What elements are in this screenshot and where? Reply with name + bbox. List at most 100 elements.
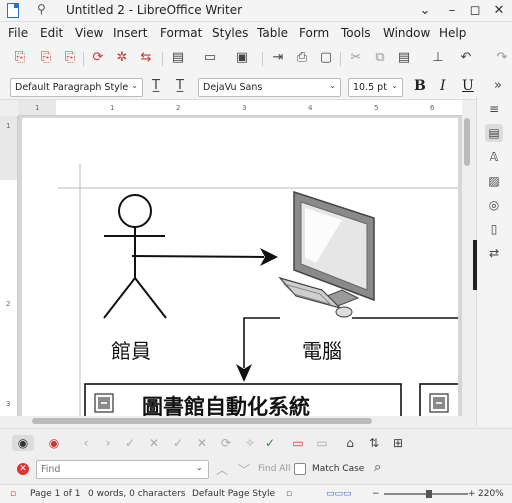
styles-icon[interactable]: 𝔸 xyxy=(485,148,503,166)
word-count[interactable]: 0 words, 0 characters xyxy=(88,489,186,499)
italic-button[interactable]: I xyxy=(440,78,446,94)
manage-changes-icon[interactable]: ⇄ xyxy=(485,244,503,262)
vertical-ruler[interactable]: 1 2 3 xyxy=(0,116,18,416)
close-button[interactable]: ✕ xyxy=(490,2,508,20)
paragraph-style-select[interactable]: Default Paragraph Style ⌄ xyxy=(10,78,143,97)
previous-change-icon[interactable]: ‹ xyxy=(78,435,94,451)
zoom-slider-thumb[interactable] xyxy=(426,490,432,498)
menu-form[interactable]: Form xyxy=(299,26,329,40)
accept-change-icon[interactable]: ✓ xyxy=(122,435,138,451)
more-options-icon[interactable]: » xyxy=(490,78,506,94)
compare-document-icon[interactable]: ⇅ xyxy=(366,435,382,451)
compare-icon[interactable]: ✧ xyxy=(242,435,258,451)
system-box-title[interactable]: 圖書館自動化系統 xyxy=(142,395,310,416)
menu-file[interactable]: File xyxy=(8,26,28,40)
zoom-out-icon[interactable]: − xyxy=(372,489,380,499)
menu-window[interactable]: Window xyxy=(383,26,430,40)
pin-icon[interactable]: ⚲ xyxy=(37,2,46,16)
gallery-icon[interactable]: ▨ xyxy=(485,172,503,190)
record-changes-icon[interactable]: ◉ xyxy=(46,435,62,451)
menu-view[interactable]: View xyxy=(75,26,103,40)
next-change-icon[interactable]: › xyxy=(100,435,116,451)
export-icon[interactable]: ⇥ xyxy=(270,50,286,66)
reject-change-icon[interactable]: ✕ xyxy=(146,435,162,451)
view-layout-icon[interactable]: ▭▭▭ xyxy=(326,489,352,499)
menu-styles[interactable]: Styles xyxy=(212,26,248,40)
copy-icon[interactable]: ⧉ xyxy=(372,50,388,66)
system-box[interactable]: 圖書館自動化系統 xyxy=(84,383,402,416)
menu-help[interactable]: Help xyxy=(439,26,466,40)
navigator-icon[interactable]: ◎ xyxy=(485,196,503,214)
page-style[interactable]: Default Page Style xyxy=(192,489,275,499)
zoom-level[interactable]: 220% xyxy=(478,489,504,499)
eye-icon[interactable]: ◉ xyxy=(12,435,34,451)
manage-icon[interactable]: ▭ xyxy=(314,435,330,451)
replace-icon[interactable]: ⇆ xyxy=(138,50,154,66)
lock-icon[interactable]: ⌂ xyxy=(342,435,358,451)
merge-icon[interactable]: ⊞ xyxy=(390,435,406,451)
find-next-icon[interactable]: ﹀ xyxy=(238,461,250,478)
reject-all-icon[interactable]: ✕ xyxy=(194,435,210,451)
autocorrect-icon[interactable]: ✲ xyxy=(114,50,130,66)
autospellcheck-icon[interactable]: ⟳ xyxy=(90,50,106,66)
print-icon[interactable]: ⎙ xyxy=(294,50,310,66)
print-pdf-icon[interactable]: ⎘ xyxy=(62,50,78,66)
flowchart-drawing[interactable]: 館員 電腦 圖書館自動化系統 xyxy=(22,118,458,416)
menu-tools[interactable]: Tools xyxy=(341,26,371,40)
chevron-down-icon[interactable]: ⌄ xyxy=(416,2,434,20)
sidebar-collapse-handle[interactable] xyxy=(473,240,477,290)
page-icon[interactable]: ▯ xyxy=(485,220,503,238)
paste-icon[interactable]: ▤ xyxy=(396,50,412,66)
find-input[interactable] xyxy=(36,460,209,479)
second-box[interactable] xyxy=(419,383,458,416)
font-size-select[interactable]: 10.5 pt ⌄ xyxy=(348,78,403,97)
open-folder-icon[interactable]: ▭ xyxy=(202,50,218,66)
find-previous-icon[interactable]: ︿ xyxy=(216,461,228,478)
maximize-button[interactable]: ◻ xyxy=(466,2,484,20)
page-count[interactable]: Page 1 of 1 xyxy=(30,489,81,499)
new-document-icon[interactable]: ▤ xyxy=(170,50,186,66)
scroll-thumb[interactable] xyxy=(464,118,470,166)
export-pdf-direct-icon[interactable]: ⎘ xyxy=(38,50,54,66)
export-pdf-icon[interactable]: ⎘ xyxy=(12,50,28,66)
scroll-thumb[interactable] xyxy=(32,418,372,424)
close-find-icon[interactable]: ✕ xyxy=(17,463,29,475)
computer-label[interactable]: 電腦 xyxy=(302,339,342,363)
chevron-down-icon[interactable]: ⌄ xyxy=(196,463,203,472)
menu-edit[interactable]: Edit xyxy=(40,26,63,40)
hamburger-menu-icon[interactable]: ≡ xyxy=(485,100,503,118)
redo-icon[interactable]: ↷ xyxy=(494,50,510,66)
update-style-icon[interactable]: T̲ xyxy=(148,78,164,94)
actor-label[interactable]: 館員 xyxy=(111,339,151,363)
horizontal-scrollbar[interactable] xyxy=(18,416,462,426)
arrow-actor-to-computer[interactable] xyxy=(131,248,278,266)
insert-comment-icon[interactable]: ⟳ xyxy=(218,435,234,451)
underline-button[interactable]: U xyxy=(462,78,474,94)
horizontal-ruler[interactable]: 1 1 2 3 4 5 6 xyxy=(18,100,462,116)
bold-button[interactable]: B xyxy=(414,78,426,94)
minimize-button[interactable]: – xyxy=(443,2,461,20)
document-page[interactable]: 館員 電腦 圖書館自動化系統 xyxy=(22,118,458,416)
connector-lines[interactable] xyxy=(243,317,458,368)
accept-all-icon[interactable]: ✓ xyxy=(170,435,186,451)
menu-table[interactable]: Table xyxy=(257,26,288,40)
protect-icon[interactable]: ✓ xyxy=(262,435,278,451)
save-icon[interactable]: ▣ xyxy=(234,50,250,66)
vertical-scrollbar[interactable] xyxy=(462,116,472,416)
find-all-button[interactable]: Find All xyxy=(258,464,290,474)
clone-formatting-icon[interactable]: ⊥ xyxy=(430,50,446,66)
cut-icon[interactable]: ✂ xyxy=(348,50,364,66)
print-preview-icon[interactable]: ▢ xyxy=(318,50,334,66)
undo-icon[interactable]: ↶ xyxy=(458,50,474,66)
properties-icon[interactable]: ▤ xyxy=(485,124,503,142)
menu-format[interactable]: Format xyxy=(160,26,202,40)
zoom-in-icon[interactable]: + xyxy=(468,489,476,499)
menu-insert[interactable]: Insert xyxy=(113,26,147,40)
font-name-select[interactable]: DejaVu Sans ⌄ xyxy=(198,78,341,97)
match-case-checkbox[interactable] xyxy=(294,463,306,475)
search-icon[interactable]: ⌕ xyxy=(374,460,381,475)
new-style-icon[interactable]: T̲ xyxy=(172,78,188,94)
document-canvas[interactable]: 館員 電腦 圖書館自動化系統 xyxy=(18,116,462,416)
comment-icon[interactable]: ▭ xyxy=(290,435,306,451)
computer-icon[interactable] xyxy=(278,190,375,318)
